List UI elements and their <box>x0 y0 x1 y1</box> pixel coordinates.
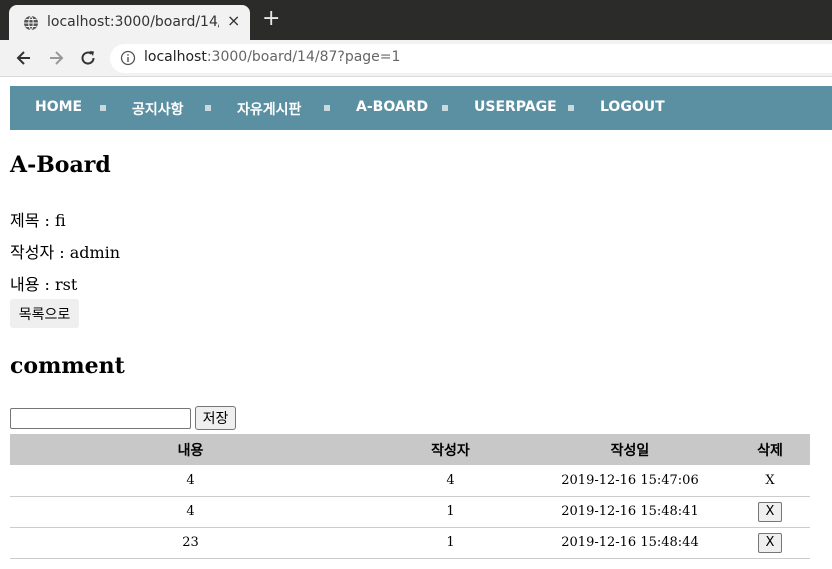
tab-close-icon[interactable]: × <box>227 11 240 30</box>
header-delete: 삭제 <box>730 434 810 465</box>
comment-input[interactable] <box>10 408 191 429</box>
cell-date: 2019-12-16 15:47:06 <box>530 465 730 497</box>
board-title: A-Board <box>10 152 111 178</box>
back-arrow-icon[interactable] <box>14 48 34 68</box>
reload-icon[interactable] <box>78 48 98 68</box>
cell-date: 2019-12-16 15:48:41 <box>530 496 730 528</box>
cell-delete: X <box>730 527 810 559</box>
cell-content: 4 <box>10 465 371 497</box>
nav-userpage-link[interactable]: USERPAGE <box>474 99 557 115</box>
new-tab-button[interactable]: + <box>262 8 280 30</box>
table-row: 23 1 2019-12-16 15:48:44 X <box>10 527 810 559</box>
nav-separator <box>100 105 106 111</box>
cell-date: 2019-12-16 15:48:44 <box>530 527 730 559</box>
cell-author: 4 <box>371 465 530 497</box>
forward-arrow-icon[interactable] <box>46 48 66 68</box>
url-text: localhost:3000/board/14/87?page=1 <box>144 49 400 65</box>
browser-tab-bar: localhost:3000/board/14/ × + <box>0 0 832 40</box>
address-bar[interactable]: localhost:3000/board/14/87?page=1 <box>110 44 832 73</box>
nav-logout-link[interactable]: LOGOUT <box>600 99 665 115</box>
table-row: 4 4 2019-12-16 15:47:06 X <box>10 465 810 497</box>
browser-toolbar: localhost:3000/board/14/87?page=1 <box>0 40 832 77</box>
browser-tab[interactable]: localhost:3000/board/14/ × <box>9 5 250 40</box>
nav-aboard-link[interactable]: A-BOARD <box>356 99 428 115</box>
delete-comment-button[interactable]: X <box>758 501 782 522</box>
info-icon[interactable] <box>120 50 136 66</box>
cell-author: 1 <box>371 496 530 528</box>
comment-table: 내용 작성자 작성일 삭제 4 4 2019-12-16 15:47:06 X … <box>10 434 810 559</box>
back-to-list-button[interactable]: 목록으로 <box>10 299 79 328</box>
cell-delete-text: X <box>730 465 810 497</box>
nav-notice-link[interactable]: 공지사항 <box>132 99 184 119</box>
url-host: localhost <box>144 49 207 65</box>
tab-title: localhost:3000/board/14/ <box>47 14 219 30</box>
cell-author: 1 <box>371 527 530 559</box>
cell-delete: X <box>730 496 810 528</box>
post-content: 내용 : rst <box>10 275 78 294</box>
comment-section-title: comment <box>10 353 125 379</box>
cell-content: 4 <box>10 496 371 528</box>
nav-home-link[interactable]: HOME <box>35 99 82 115</box>
site-nav-bar: HOME 공지사항 자유게시판 A-BOARD USERPAGE LOGOUT <box>10 86 832 130</box>
header-date: 작성일 <box>530 434 730 465</box>
nav-separator <box>324 105 330 111</box>
globe-icon <box>24 15 38 31</box>
post-subject: 제목 : fi <box>10 211 66 230</box>
comment-table-header: 내용 작성자 작성일 삭제 <box>10 434 810 465</box>
header-content: 내용 <box>10 434 371 465</box>
save-comment-button[interactable]: 저장 <box>195 406 236 430</box>
delete-comment-button[interactable]: X <box>758 532 782 553</box>
nav-separator <box>442 105 448 111</box>
nav-freeboard-link[interactable]: 자유게시판 <box>237 99 301 119</box>
nav-separator <box>205 105 211 111</box>
nav-separator <box>568 105 574 111</box>
table-row: 4 1 2019-12-16 15:48:41 X <box>10 496 810 528</box>
header-author: 작성자 <box>371 434 530 465</box>
cell-content: 23 <box>10 527 371 559</box>
post-author: 작성자 : admin <box>10 243 121 262</box>
url-path: :3000/board/14/87?page=1 <box>206 49 401 65</box>
